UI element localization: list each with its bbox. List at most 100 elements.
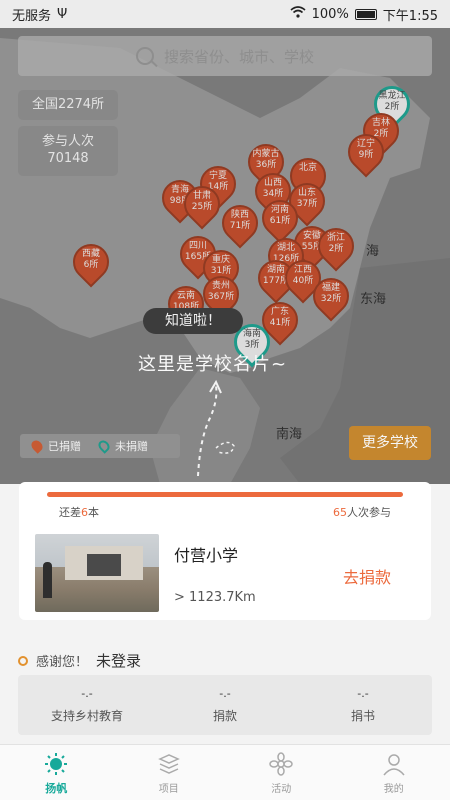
search-placeholder: 搜索省份、城市、学校 [163, 47, 314, 66]
pin-count: 34所 [262, 189, 284, 199]
map-pin[interactable]: 西藏 6所 [65, 236, 117, 288]
sea-label: 东海 [360, 292, 387, 307]
pin-province: 吉林 [371, 118, 390, 128]
undonated-marker-icon [96, 438, 112, 454]
more-schools-button[interactable]: 更多学校 [349, 426, 431, 460]
pin-count: 71所 [229, 221, 251, 231]
school-name: 付营小学 [174, 546, 239, 565]
pin-province: 湖北 [276, 243, 295, 253]
clock: 下午1:55 [382, 8, 438, 24]
pin-count: 40所 [292, 276, 314, 286]
ring-icon [18, 655, 28, 666]
tab-label: 我的 [383, 784, 404, 795]
pin-count: 41所 [269, 318, 291, 328]
china-map[interactable]: 搜索省份、城市、学校 全国2274所 参与人次 70148 黑龙江 2所 吉林 2所… [0, 28, 450, 484]
status-bar: 无服务 Ψ 100% 下午1:55 [0, 0, 450, 28]
battery-icon [354, 8, 377, 20]
participation-value: 70148 [47, 151, 89, 166]
pin-count: 9所 [358, 150, 374, 160]
stat-support-education: -.- 支持乡村教育 [18, 675, 156, 735]
school-distance: > 1123.7Km [174, 590, 256, 605]
pin-province: 江西 [293, 265, 312, 275]
participation-box: 参与人次 70148 [18, 126, 118, 176]
battery-text: 100% [311, 6, 349, 22]
tab-mine[interactable]: 我的 [338, 745, 450, 800]
sea-label: 海 [366, 244, 380, 259]
donate-button[interactable]: 去捐款 [343, 564, 391, 588]
user-icon [383, 754, 405, 776]
pin-province: 重庆 [211, 255, 230, 265]
map-pin[interactable]: 辽宁 9所 [340, 126, 392, 178]
pin-province: 河南 [270, 205, 289, 215]
pin-count: 32所 [320, 294, 342, 304]
pin-province: 海南 [242, 329, 261, 339]
map-pin[interactable]: 陕西 71所 [214, 197, 266, 249]
tutorial-arrow-icon [197, 379, 235, 477]
diff-value: 6 [81, 506, 88, 519]
pin-province: 西藏 [81, 249, 100, 259]
wifi-icon [290, 6, 306, 22]
map-pin[interactable]: 福建 32所 [305, 270, 357, 322]
pin-province: 浙江 [326, 233, 345, 243]
pin-count: 6所 [83, 260, 99, 270]
pin-province: 贵州 [211, 281, 230, 291]
got-it-button[interactable]: 知道啦！ [143, 308, 243, 334]
school-card[interactable]: 还差6本 65人次参与 付营小学 > 1123.7Km 去捐款 [19, 482, 431, 620]
thanks-row: 感谢您！ 未登录 [18, 650, 141, 671]
tab-yangfan[interactable]: 扬帆 [0, 745, 113, 800]
tab-label: 项目 [158, 784, 179, 795]
flower-icon [269, 752, 293, 776]
total-schools-box: 全国2274所 [18, 90, 118, 120]
carrier-text: 无服务 [12, 8, 52, 24]
pin-province: 山东 [297, 188, 316, 198]
sail-icon [45, 753, 68, 775]
stat-books: -.- 捐书 [294, 675, 432, 735]
donation-progress-bar [47, 492, 403, 497]
more-schools-label: 更多学校 [362, 435, 418, 451]
participants-suffix: 人次参与 [347, 506, 391, 519]
total-schools: 全国2274所 [31, 97, 105, 112]
stat-value: -.- [357, 687, 369, 700]
stat-donations: -.- 捐款 [156, 675, 294, 735]
stack-icon [157, 754, 180, 774]
donated-marker-icon [29, 438, 45, 454]
usb-icon: Ψ [57, 6, 68, 22]
pin-count: 36所 [255, 160, 277, 170]
search-bar[interactable]: 搜索省份、城市、学校 [18, 36, 432, 76]
search-icon [135, 47, 154, 65]
school-photo [35, 534, 159, 612]
tab-label: 扬帆 [45, 782, 68, 795]
tab-projects[interactable]: 项目 [113, 745, 226, 800]
pin-count: 2所 [384, 102, 400, 112]
pin-province: 山西 [263, 178, 282, 188]
pin-province: 内蒙古 [252, 149, 280, 159]
pin-province: 黑龙江 [378, 91, 406, 101]
legend-undonated: 未捐赠 [115, 440, 148, 453]
map-pin[interactable]: 甘肃 25所 [176, 178, 228, 230]
map-legend: 已捐赠 未捐赠 [20, 434, 180, 458]
thanks-prefix: 感谢您！ [36, 655, 89, 670]
pin-province: 北京 [298, 163, 317, 173]
pin-province: 湖南 [266, 265, 285, 275]
pin-count: 61所 [269, 216, 291, 226]
books-remaining: 还差6本 [59, 504, 99, 520]
stat-value: -.- [219, 687, 231, 700]
pin-province: 福建 [321, 283, 340, 293]
stat-label: 捐款 [212, 709, 237, 723]
tab-activities[interactable]: 活动 [225, 745, 338, 800]
pin-count: 3所 [244, 340, 260, 350]
pin-province: 广东 [270, 307, 289, 317]
pin-province: 辽宁 [356, 139, 375, 149]
pin-province: 甘肃 [192, 191, 211, 201]
bottom-tab-bar: 扬帆 项目 活动 我的 [0, 744, 450, 800]
login-link[interactable]: 未登录 [96, 650, 141, 671]
pin-province: 宁夏 [208, 171, 227, 181]
pin-count: 367所 [207, 292, 235, 302]
participants-count: 65人次参与 [333, 504, 391, 520]
pin-province: 陕西 [230, 210, 249, 220]
pin-count: 2所 [328, 244, 344, 254]
pin-province: 云南 [176, 291, 195, 301]
pin-count: 37所 [296, 199, 318, 209]
map-pin[interactable]: 浙江 2所 [310, 220, 362, 272]
stat-value: -.- [81, 687, 93, 700]
